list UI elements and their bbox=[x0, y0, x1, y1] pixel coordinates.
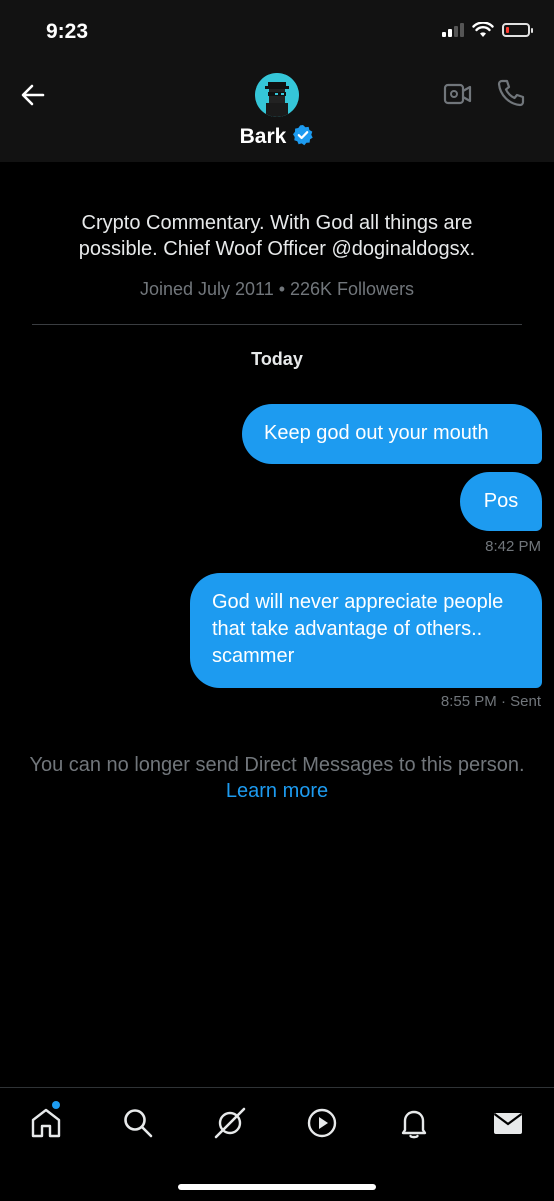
status-icons bbox=[442, 22, 533, 38]
home-indicator bbox=[178, 1184, 376, 1190]
grok-icon[interactable] bbox=[213, 1106, 247, 1140]
message-bubble-sent[interactable]: Keep god out your mouth bbox=[242, 404, 542, 464]
video-call-icon[interactable] bbox=[443, 80, 473, 108]
message-timestamp: 8:42 PM bbox=[485, 538, 541, 555]
home-icon[interactable] bbox=[29, 1106, 63, 1140]
day-separator: Today bbox=[251, 349, 303, 369]
search-icon[interactable] bbox=[121, 1106, 155, 1140]
conversation-title[interactable]: Bark bbox=[0, 124, 554, 149]
message-bubble-sent[interactable]: Pos bbox=[460, 472, 542, 531]
verified-badge-icon bbox=[293, 125, 314, 146]
dm-disabled-notice: You can no longer send Direct Messages t… bbox=[29, 754, 525, 776]
contact-name: Bark bbox=[239, 125, 287, 148]
back-arrow-icon[interactable] bbox=[16, 78, 50, 112]
wifi-icon bbox=[472, 22, 494, 37]
notifications-icon[interactable] bbox=[397, 1106, 431, 1140]
conversation-header: 9:23 Bark bbox=[0, 0, 554, 162]
message-timestamp: 8:55 PM · Sent bbox=[441, 693, 541, 710]
dog-avatar-icon bbox=[255, 73, 299, 117]
video-icon[interactable] bbox=[305, 1106, 339, 1140]
message-time: 8:55 PM bbox=[440, 693, 497, 710]
cellular-signal-icon bbox=[442, 23, 464, 37]
message-bubble-sent[interactable]: God will never appreciate people that ta… bbox=[190, 573, 542, 688]
status-time: 9:23 bbox=[46, 20, 89, 43]
battery-level bbox=[506, 27, 509, 33]
avatar[interactable] bbox=[255, 73, 299, 117]
messages-icon[interactable] bbox=[491, 1106, 525, 1140]
profile-meta: Joined July 2011 • 226K Followers bbox=[139, 279, 415, 299]
battery-icon bbox=[502, 23, 533, 37]
divider bbox=[32, 324, 522, 325]
learn-more-link[interactable]: Learn more bbox=[0, 780, 554, 803]
message-status: · Sent bbox=[500, 693, 541, 710]
notification-dot bbox=[52, 1101, 60, 1109]
profile-bio: Crypto Commentary. With God all things a… bbox=[78, 212, 476, 260]
phone-icon[interactable] bbox=[496, 78, 526, 108]
